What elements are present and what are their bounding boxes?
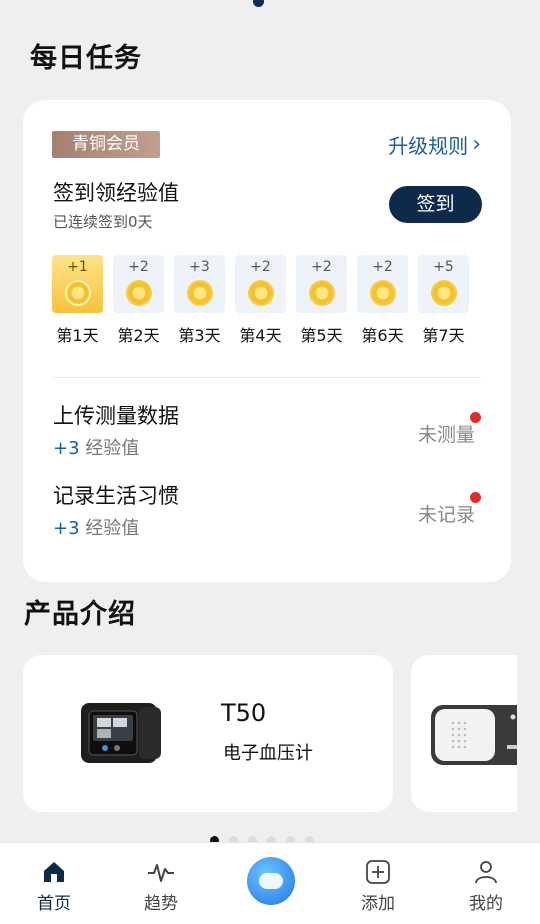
- day-box: +5: [418, 255, 469, 313]
- day-box: +1: [52, 255, 103, 313]
- day-points: +5: [433, 259, 454, 275]
- day-label: 第4天: [239, 326, 282, 345]
- user-icon: [475, 861, 497, 884]
- day-label: 第5天: [300, 326, 343, 345]
- chevron-right-icon: ›: [472, 132, 481, 157]
- product-card-t50[interactable]: T50 电子血压计: [23, 655, 393, 812]
- day-label: 第3天: [178, 326, 221, 345]
- checkin-days: +1 第1天 +2 第2天 +3 第3天 +2 第4天 +2 第5天 +2 第6…: [52, 255, 469, 346]
- day-points: +2: [250, 259, 271, 275]
- tab-label: 趋势: [144, 894, 178, 914]
- tab-me[interactable]: 我的: [456, 859, 516, 914]
- task-points: +3: [53, 518, 80, 539]
- trend-icon: [148, 864, 174, 882]
- product-card-next[interactable]: [411, 655, 517, 812]
- blood-pressure-monitor-image: [81, 703, 161, 763]
- products-title: 产品介绍: [24, 599, 136, 630]
- day-label: 第6天: [361, 326, 404, 345]
- assistant-button[interactable]: [247, 857, 295, 905]
- tab-label: 添加: [361, 894, 395, 914]
- tab-home[interactable]: 首页: [24, 859, 84, 914]
- day-points: +2: [372, 259, 393, 275]
- checkin-day: +1 第1天: [52, 255, 103, 346]
- checkin-title: 签到领经验值: [53, 181, 179, 205]
- plus-square-icon: [366, 860, 390, 884]
- checkin-day: +2 第6天: [357, 255, 408, 346]
- checkin-streak: 已连续签到0天: [53, 213, 153, 231]
- checkin-day: +5 第7天: [418, 255, 469, 346]
- day-box: +2: [235, 255, 286, 313]
- task-exp-label: 经验值: [85, 518, 140, 539]
- section-divider: [53, 377, 481, 378]
- checkin-day: +2 第2天: [113, 255, 164, 346]
- day-points: +2: [311, 259, 332, 275]
- day-label: 第7天: [422, 326, 465, 345]
- task-title: 记录生活习惯: [53, 484, 179, 508]
- checkin-day: +2 第5天: [296, 255, 347, 346]
- bottom-tab-bar: 首页 趋势 添加 我的: [0, 842, 540, 924]
- day-points: +3: [189, 259, 210, 275]
- member-badge: 青铜会员: [52, 131, 160, 158]
- coin-icon: [125, 280, 152, 306]
- task-reward: +3 经验值: [53, 514, 139, 540]
- tab-label: 首页: [37, 894, 71, 914]
- page-indicator-dot: [253, 0, 264, 7]
- day-points: +2: [128, 259, 149, 275]
- day-box: +2: [113, 255, 164, 313]
- task-points: +3: [53, 438, 80, 459]
- notification-dot: [470, 492, 481, 503]
- day-label: 第1天: [56, 326, 99, 345]
- checkin-button[interactable]: 签到: [389, 186, 482, 223]
- task-status: 未记录: [417, 504, 475, 526]
- tab-add[interactable]: 添加: [348, 859, 408, 914]
- coin-icon: [247, 280, 274, 306]
- tab-label: 我的: [469, 894, 503, 914]
- checkin-day: +2 第4天: [235, 255, 286, 346]
- daily-tasks-card: 青铜会员 升级规则 › 签到领经验值 已连续签到0天 签到 +1 第1天 +2 …: [23, 100, 511, 582]
- health-device-image: [431, 705, 517, 765]
- day-box: +3: [174, 255, 225, 313]
- coin-icon: [369, 280, 396, 306]
- upgrade-rules-link[interactable]: 升级规则 ›: [388, 130, 481, 159]
- day-box: +2: [357, 255, 408, 313]
- task-title: 上传测量数据: [53, 404, 179, 428]
- product-description: 电子血压计: [223, 743, 313, 764]
- task-exp-label: 经验值: [85, 438, 140, 459]
- task-record-habits[interactable]: 记录生活习惯 +3 经验值 未记录: [53, 480, 481, 550]
- chat-bubble-icon: [259, 873, 283, 889]
- coin-icon: [430, 280, 457, 306]
- coin-icon: [308, 280, 335, 306]
- home-icon: [44, 862, 64, 882]
- tab-trend[interactable]: 趋势: [131, 859, 191, 914]
- task-upload-measurement[interactable]: 上传测量数据 +3 经验值 未测量: [53, 400, 481, 470]
- coin-icon: [64, 280, 91, 306]
- checkin-day: +3 第3天: [174, 255, 225, 346]
- day-points: +1: [67, 259, 88, 275]
- day-box: +2: [296, 255, 347, 313]
- task-status: 未测量: [417, 424, 475, 446]
- task-reward: +3 经验值: [53, 434, 139, 460]
- upgrade-rules-label: 升级规则: [388, 134, 469, 158]
- daily-tasks-title: 每日任务: [30, 43, 142, 74]
- coin-icon: [186, 280, 213, 306]
- notification-dot: [470, 412, 481, 423]
- product-name: T50: [221, 699, 267, 727]
- day-label: 第2天: [117, 326, 160, 345]
